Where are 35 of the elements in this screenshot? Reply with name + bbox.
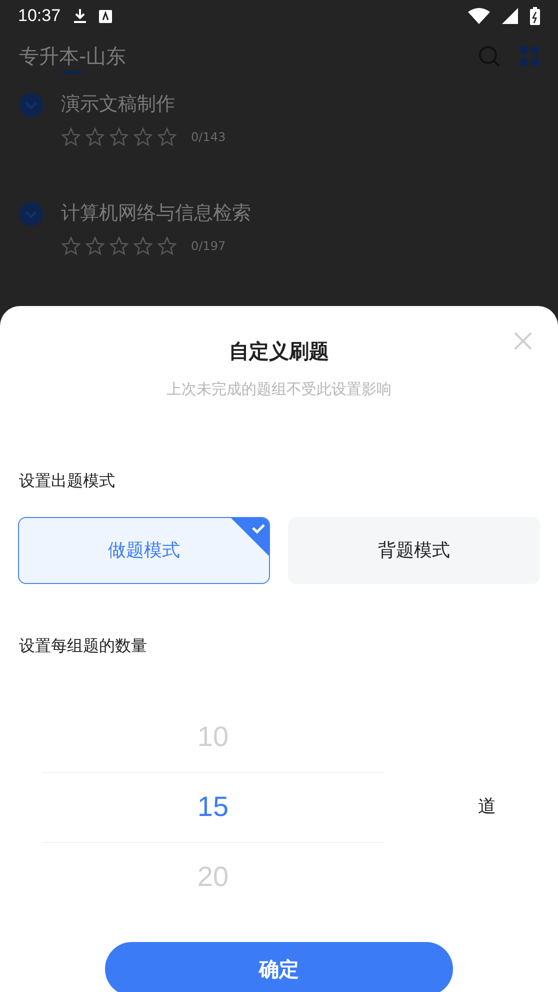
dialog-subtitle: 上次未完成的题组不受此设置影响 xyxy=(166,379,392,400)
section-label: 设置每组题的数量 xyxy=(19,634,148,656)
star-icon xyxy=(157,236,177,256)
star-icon xyxy=(61,236,81,256)
progress-count: 0/197 xyxy=(191,238,226,254)
chevron-circle-icon[interactable] xyxy=(19,202,43,226)
star-icon xyxy=(157,126,177,146)
confirm-button[interactable]: 确定 xyxy=(105,942,453,992)
wifi-icon xyxy=(468,8,490,24)
star-icon xyxy=(109,126,129,146)
section-label: 设置出题模式 xyxy=(19,470,116,492)
star-icon xyxy=(85,236,105,256)
star-icon xyxy=(85,126,105,146)
download-icon xyxy=(72,8,87,24)
star-icon xyxy=(109,236,129,256)
grid-icon[interactable] xyxy=(519,46,539,66)
check-corner-icon xyxy=(231,518,269,556)
mode-option[interactable]: 做题模式 xyxy=(18,516,270,584)
close-icon[interactable] xyxy=(514,332,532,350)
chevron-circle-icon[interactable] xyxy=(19,93,43,117)
battery-icon xyxy=(530,7,540,25)
unit-label: 道 xyxy=(478,795,496,819)
status-time: 10:37 xyxy=(18,5,61,28)
mode-option[interactable]: 背题模式 xyxy=(288,516,540,584)
picker-option[interactable]: 15 xyxy=(197,786,229,828)
dialog-title: 自定义刷题 xyxy=(229,338,329,365)
progress-count: 0/143 xyxy=(191,128,226,146)
signal-icon xyxy=(502,8,518,24)
star-icon xyxy=(133,126,153,146)
chapter-title[interactable]: 计算机网络与信息检索 xyxy=(61,199,539,228)
star-icon xyxy=(61,126,81,146)
star-icon xyxy=(133,236,153,256)
keyboard-icon xyxy=(98,10,112,22)
chapter-title[interactable]: 演示文稿制作 xyxy=(61,90,539,118)
page-title: 专升本-山东 xyxy=(19,43,126,70)
